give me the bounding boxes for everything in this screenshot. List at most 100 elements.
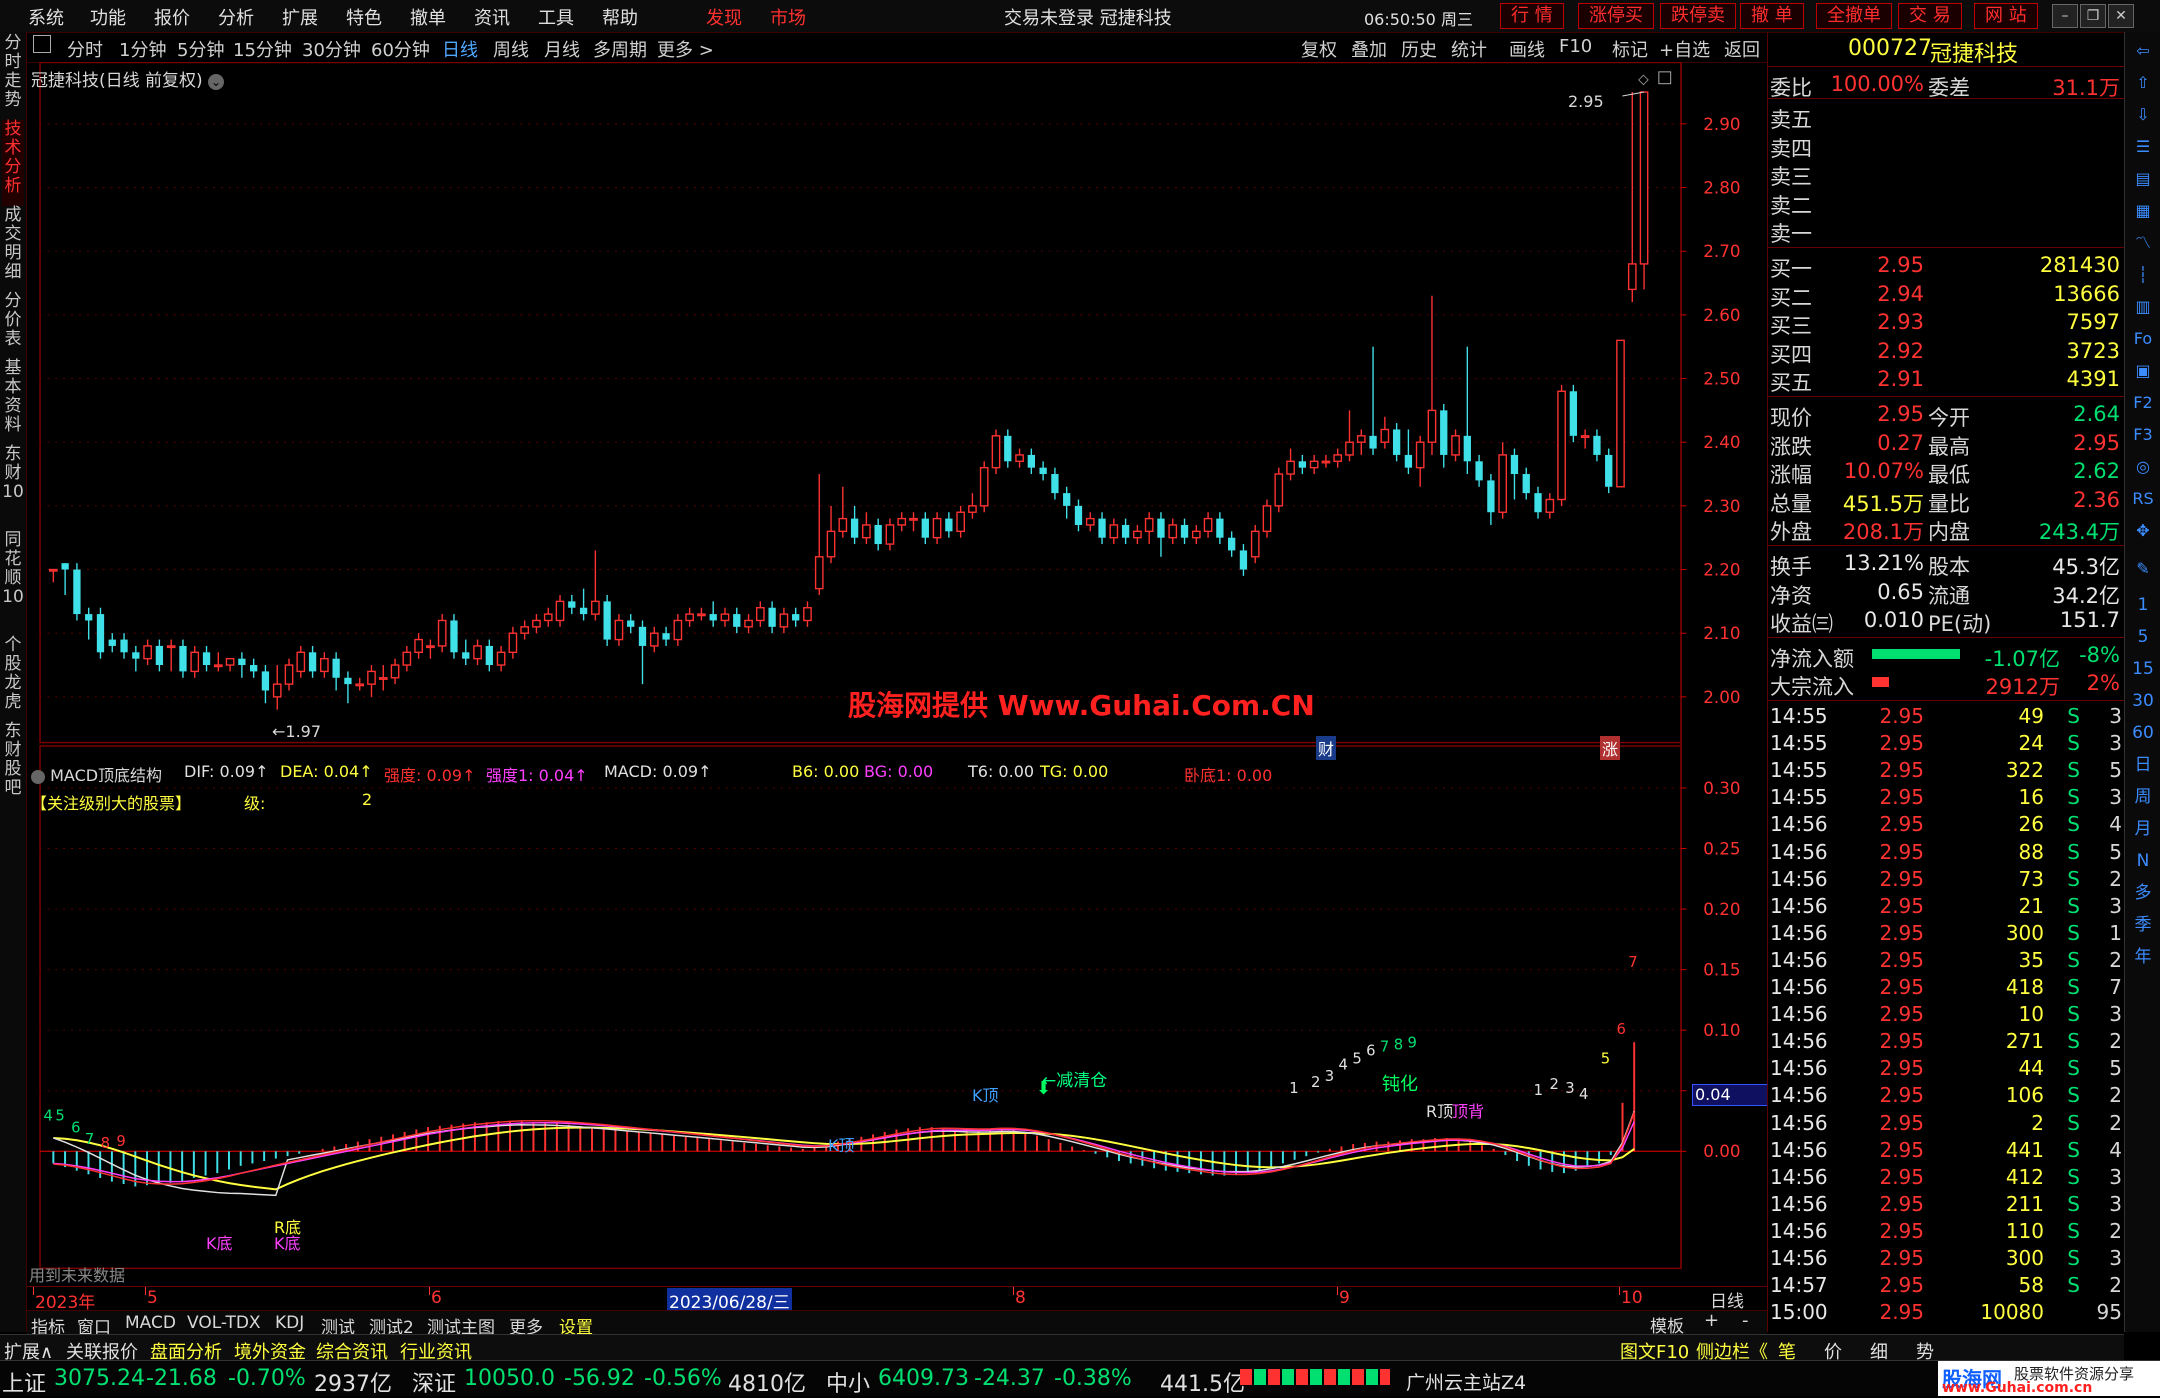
- move-icon[interactable]: RS: [2131, 488, 2155, 510]
- zoom-in-button[interactable]: +: [1704, 1310, 1719, 1331]
- menu-2[interactable]: 报价: [154, 4, 190, 30]
- left-tab-0[interactable]: 分时走势: [2, 34, 24, 120]
- top-button-5[interactable]: 交 易: [1898, 3, 1962, 29]
- right-period-2[interactable]: 15: [2131, 658, 2155, 680]
- left-tab-8[interactable]: 东财股吧: [2, 722, 24, 808]
- zoom-out-button[interactable]: -: [1742, 1310, 1749, 1331]
- up-arrow-icon[interactable]: ⇦: [2131, 40, 2155, 62]
- period-3[interactable]: 15分钟: [233, 36, 292, 62]
- rsi-icon[interactable]: ◎: [2131, 456, 2155, 478]
- doc-icon[interactable]: Fo: [2131, 328, 2155, 350]
- limit-up-marker[interactable]: 涨: [1600, 736, 1621, 760]
- tool-0[interactable]: 复权: [1301, 36, 1337, 62]
- tool-6[interactable]: 标记: [1612, 36, 1648, 62]
- right-period-9[interactable]: 多: [2131, 882, 2155, 904]
- period-4[interactable]: 30分钟: [302, 36, 361, 62]
- menu-3[interactable]: 分析: [218, 4, 254, 30]
- period-10[interactable]: 更多 >: [657, 36, 714, 62]
- buy-row[interactable]: 买二 2.94 13666: [1768, 280, 2124, 310]
- grid-icon[interactable]: ▤: [2131, 168, 2155, 190]
- top-button-2[interactable]: 跌停卖: [1660, 3, 1736, 29]
- list-icon[interactable]: ⇩: [2131, 104, 2155, 126]
- tool-7[interactable]: +自选: [1659, 36, 1710, 62]
- finance-marker[interactable]: 财: [1316, 736, 1337, 760]
- minimize-button[interactable]: –: [2052, 4, 2078, 28]
- period-8[interactable]: 月线: [544, 36, 580, 62]
- f2-icon[interactable]: ▣: [2131, 360, 2155, 382]
- right-period-8[interactable]: N: [2131, 850, 2155, 872]
- menu-1[interactable]: 功能: [90, 4, 126, 30]
- period-0[interactable]: 分时: [67, 36, 103, 62]
- left-tab-3[interactable]: 分价表: [2, 292, 24, 359]
- menu-5[interactable]: 特色: [346, 4, 382, 30]
- candle-icon[interactable]: 〽: [2131, 232, 2155, 254]
- menu-market[interactable]: 市场: [770, 4, 806, 30]
- top-button-6[interactable]: 网 站: [1974, 3, 2038, 29]
- indicator-tab-2[interactable]: MACD: [125, 1313, 176, 1333]
- right-period-5[interactable]: 日: [2131, 754, 2155, 776]
- right-period-6[interactable]: 周: [2131, 786, 2155, 808]
- menu-4[interactable]: 扩展: [282, 4, 318, 30]
- left-tab-4[interactable]: 基本资料: [2, 359, 24, 445]
- chevron-down-icon[interactable]: ⌄: [208, 74, 225, 90]
- close-button[interactable]: ✕: [2108, 4, 2134, 28]
- top-button-3[interactable]: 撤 单: [1740, 3, 1804, 29]
- right-period-4[interactable]: 60: [2131, 722, 2155, 744]
- right-period-11[interactable]: 年: [2131, 946, 2155, 968]
- tool-4[interactable]: 画线: [1509, 36, 1545, 62]
- down-arrow-icon[interactable]: ⇧: [2131, 72, 2155, 94]
- x-label-4: 8: [1015, 1288, 1026, 1308]
- tool-8[interactable]: 返回: [1724, 36, 1760, 62]
- f10-icon[interactable]: ▥: [2131, 296, 2155, 318]
- top-button-1[interactable]: 涨停买: [1578, 3, 1654, 29]
- right-period-0[interactable]: 1: [2131, 594, 2155, 616]
- tool-3[interactable]: 统计: [1451, 36, 1487, 62]
- indicator-menu-icon[interactable]: [31, 769, 45, 784]
- f3-icon[interactable]: F2: [2131, 392, 2155, 414]
- period-6[interactable]: 日线: [442, 36, 478, 62]
- pen-icon[interactable]: ✥: [2131, 520, 2155, 542]
- right-period-10[interactable]: 季: [2131, 914, 2155, 936]
- indicator-tab-4[interactable]: KDJ: [275, 1313, 304, 1333]
- period-5[interactable]: 60分钟: [371, 36, 430, 62]
- buy-row[interactable]: 买三 2.93 7597: [1768, 308, 2124, 338]
- left-tab-2[interactable]: 成交明细: [2, 206, 24, 292]
- left-tab-5[interactable]: 东财10: [2, 445, 24, 531]
- right-period-3[interactable]: 30: [2131, 690, 2155, 712]
- tool-2[interactable]: 历史: [1401, 36, 1437, 62]
- menu-0[interactable]: 系统: [28, 4, 64, 30]
- left-tab-1[interactable]: 技术分析: [2, 120, 24, 206]
- toggle-box-icon[interactable]: [33, 35, 51, 53]
- line-icon[interactable]: ▦: [2131, 200, 2155, 222]
- period-9[interactable]: 多周期: [593, 36, 647, 62]
- menu-discover[interactable]: 发现: [706, 4, 742, 30]
- tool-1[interactable]: 叠加: [1351, 36, 1387, 62]
- bar-icon[interactable]: ☰: [2131, 136, 2155, 158]
- top-button-4[interactable]: 全撤单: [1816, 3, 1892, 29]
- left-tab-7[interactable]: 个股龙虎: [2, 636, 24, 722]
- buy-row[interactable]: 买一 2.95 281430: [1768, 251, 2124, 281]
- f5-icon[interactable]: ✎: [2131, 558, 2155, 580]
- left-tab-6[interactable]: 同花顺10: [2, 531, 24, 636]
- compass-icon[interactable]: F3: [2131, 424, 2155, 446]
- diamond-icon[interactable]: ◇: [1638, 72, 1649, 88]
- table-icon[interactable]: ┆: [2131, 264, 2155, 286]
- menu-6[interactable]: 撤单: [410, 4, 446, 30]
- chart-area[interactable]: 2.90 2.80 2.70 2.60 2.50 2.40 2.30 2.20 2.10 2.00…: [27, 62, 1767, 1292]
- menu-7[interactable]: 资讯: [474, 4, 510, 30]
- buy-row[interactable]: 买四 2.92 3723: [1768, 337, 2124, 367]
- menu-8[interactable]: 工具: [538, 4, 574, 30]
- right-period-1[interactable]: 5: [2131, 626, 2155, 648]
- right-period-7[interactable]: 月: [2131, 818, 2155, 840]
- period-7[interactable]: 周线: [493, 36, 529, 62]
- restore-button[interactable]: ❐: [2080, 4, 2106, 28]
- tool-5[interactable]: F10: [1559, 36, 1592, 57]
- indicator-tab-3[interactable]: VOL-TDX: [187, 1313, 261, 1333]
- menu-9[interactable]: 帮助: [602, 4, 638, 30]
- buy-row[interactable]: 买五 2.91 4391: [1768, 365, 2124, 395]
- square-icon[interactable]: [1658, 71, 1672, 85]
- period-2[interactable]: 5分钟: [177, 36, 224, 62]
- server-label[interactable]: 广州云主站Z4: [1406, 1368, 1526, 1395]
- top-button-0[interactable]: 行 情: [1500, 3, 1564, 29]
- period-1[interactable]: 1分钟: [119, 36, 166, 62]
